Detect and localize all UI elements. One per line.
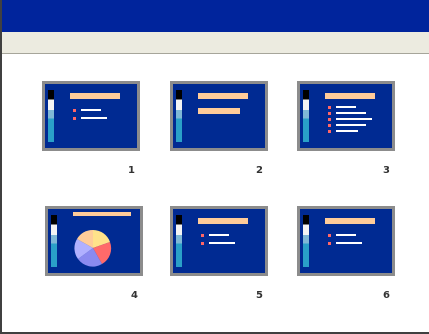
slide-sorter-view: 1 2 3 4 5 6 [2,55,429,332]
presentation-window: 1 2 3 4 5 6 [0,0,429,334]
slide-thumbnail-3[interactable] [297,81,395,151]
slide-bullet [328,112,331,115]
slide-subtitle-placeholder [198,108,240,114]
slide-title-placeholder [325,93,375,99]
slide-accent-bar [303,215,309,267]
slide-text-line [209,242,235,244]
slide-text-line [336,118,372,120]
slide-title-placeholder [70,93,120,99]
slide-thumbnail-4[interactable] [45,206,143,276]
slide-accent-bar [51,215,57,267]
slide-accent-bar [303,90,309,142]
slide-item-4: 4 [45,206,145,316]
slide-text-line [336,130,358,132]
slide-2-content [173,84,265,148]
slide-text-line [81,117,107,119]
slide-title-placeholder [198,218,248,224]
slide-number-2: 2 [256,165,263,176]
slide-5-content [173,209,265,273]
slide-item-3: 3 [297,81,397,191]
slide-bullet [328,106,331,109]
slide-title-placeholder [73,212,131,216]
slide-accent-bar [48,90,54,142]
slide-6-content [300,209,392,273]
slide-text-line [336,242,362,244]
slide-title-placeholder [325,218,375,224]
slide-number-4: 4 [131,290,138,301]
slide-title-placeholder [198,93,248,99]
slide-3-content [300,84,392,148]
slide-bullet [328,124,331,127]
slide-bullet [328,130,331,133]
slide-accent-bar [176,215,182,267]
slide-thumbnail-1[interactable] [42,81,140,151]
slide-item-5: 5 [170,206,270,316]
toolbar [2,32,429,54]
slide-text-line [81,109,101,111]
slide-text-line [336,234,356,236]
slide-text-line [336,124,366,126]
slide-bullet [328,118,331,121]
slide-bullet [73,109,76,112]
slide-number-1: 1 [128,165,135,176]
pie-chart-icon [74,229,112,267]
slide-4-content [48,209,140,273]
slide-number-3: 3 [383,165,390,176]
slide-number-6: 6 [383,290,390,301]
slide-thumbnail-5[interactable] [170,206,268,276]
slide-text-line [209,234,229,236]
slide-text-line [336,106,356,108]
slide-thumbnail-2[interactable] [170,81,268,151]
slide-item-2: 2 [170,81,270,191]
slide-thumbnail-6[interactable] [297,206,395,276]
slide-bullet [328,242,331,245]
slide-item-6: 6 [297,206,397,316]
slide-item-1: 1 [42,81,142,191]
slide-bullet [201,242,204,245]
slide-1-content [45,84,137,148]
title-bar[interactable] [2,0,429,32]
slide-text-line [336,112,366,114]
slide-bullet [201,234,204,237]
slide-number-5: 5 [256,290,263,301]
slide-bullet [73,117,76,120]
slide-accent-bar [176,90,182,142]
slide-bullet [328,234,331,237]
